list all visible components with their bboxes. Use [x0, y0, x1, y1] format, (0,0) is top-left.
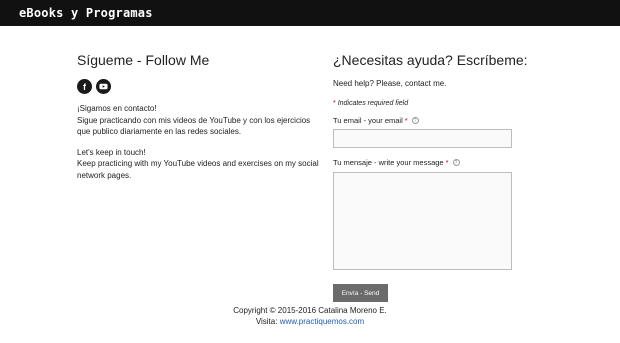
visit-line: Visita: www.practiquemos.com — [0, 316, 620, 327]
follow-section: Sígueme - Follow Me f ¡Sigamos en contac… — [77, 52, 322, 181]
top-bar: eBooks y Programas — [0, 0, 620, 26]
contact-title: ¿Necesitas ayuda? Escríbeme: — [333, 52, 528, 68]
copyright-text: Copyright © 2015-2016 Catalina Moreno E. — [233, 306, 387, 315]
message-field[interactable] — [333, 172, 512, 270]
follow-text-es: ¡Sigamos en contacto! Sigue practicando … — [77, 103, 322, 138]
email-field[interactable] — [333, 129, 512, 148]
website-link[interactable]: www.practiquemos.com — [280, 317, 364, 326]
required-star: * — [333, 100, 336, 107]
email-label-text: Tu email - your email — [333, 116, 403, 125]
required-note-text: Indicates required field — [337, 100, 409, 107]
youtube-icon[interactable] — [96, 79, 111, 94]
follow-title: Sígueme - Follow Me — [77, 52, 210, 68]
message-label-text: Tu mensaje - write your message — [333, 158, 444, 167]
required-note: * Indicates required field — [333, 100, 533, 107]
required-star: * — [445, 158, 449, 167]
follow-text-en: Let's keep in touch! Keep practicing wit… — [77, 147, 322, 182]
send-button[interactable]: Envía - Send — [333, 284, 388, 302]
message-label: Tu mensaje - write your message * ? — [333, 158, 460, 167]
visit-label: Visita: — [255, 317, 278, 326]
facebook-icon[interactable]: f — [77, 79, 92, 94]
site-brand[interactable]: eBooks y Programas — [19, 6, 153, 20]
social-links: f — [77, 79, 322, 94]
contact-section: ¿Necesitas ayuda? Escríbeme: Need help? … — [333, 52, 533, 302]
required-star: * — [404, 116, 408, 125]
follow-line: Sigue practicando con mis videos de YouT… — [77, 115, 311, 137]
help-icon[interactable]: ? — [411, 117, 419, 124]
follow-line: ¡Sigamos en contacto! — [77, 104, 157, 113]
follow-line: Let's keep in touch! — [77, 147, 146, 157]
help-icon[interactable]: ? — [452, 159, 460, 166]
contact-subtitle: Need help? Please, contact me. — [333, 79, 447, 88]
footer: Copyright © 2015-2016 Catalina Moreno E.… — [0, 305, 620, 327]
follow-line: Keep practicing with my YouTube videos a… — [77, 159, 319, 180]
email-label: Tu email - your email * ? — [333, 116, 419, 125]
